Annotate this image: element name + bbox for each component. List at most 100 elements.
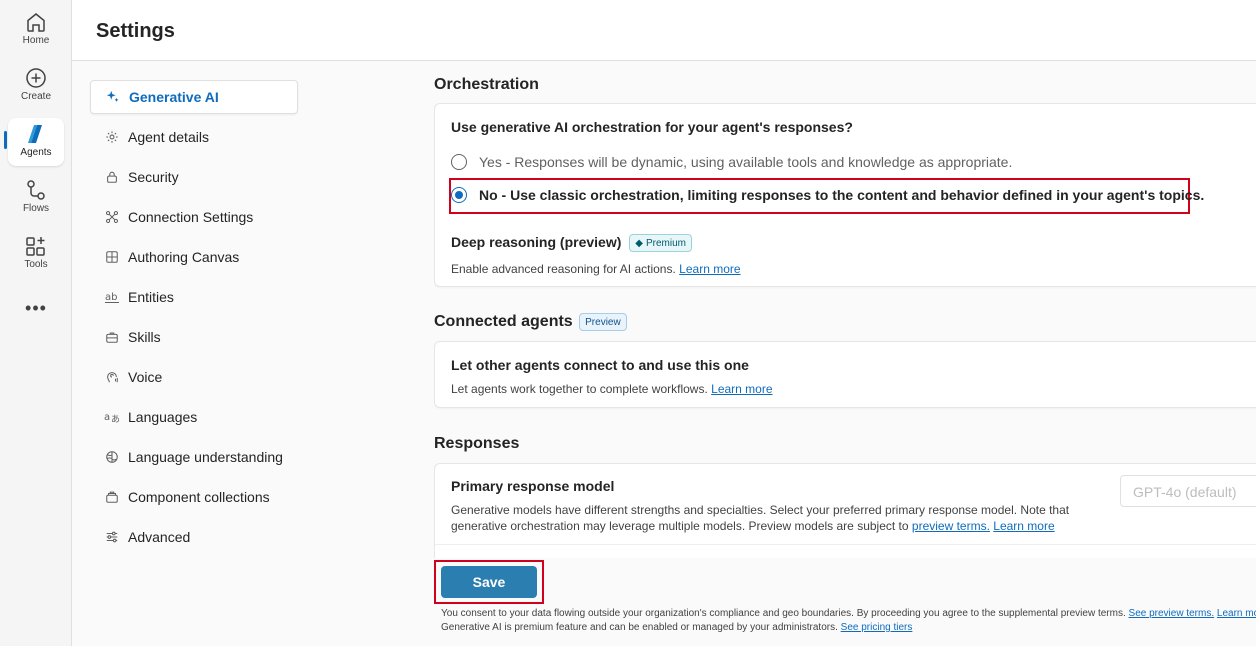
radio-yes[interactable] (451, 154, 467, 170)
connection-icon (104, 209, 120, 225)
brain-icon (104, 449, 120, 465)
rail-create-label: Create (20, 91, 51, 102)
orchestration-question: Use generative AI orchestration for your… (451, 119, 853, 135)
orchestration-card: Use generative AI orchestration for your… (434, 103, 1256, 287)
svg-text:a: a (104, 412, 110, 423)
collection-icon (104, 489, 120, 505)
connected-agents-title: Connected agents Preview (434, 313, 627, 331)
sparkle-icon (105, 89, 121, 105)
premium-badge: ◆ Premium (629, 234, 692, 253)
tools-icon (26, 237, 45, 256)
primary-model-select[interactable]: GPT-4o (default) (1120, 475, 1256, 507)
nav-label: Entities (128, 289, 174, 305)
see-preview-terms-link[interactable]: See preview terms. (1129, 608, 1215, 619)
radio-yes-label: Yes - Responses will be dynamic, using a… (479, 154, 1013, 170)
premium-text-line: Generative AI is premium feature and can… (441, 622, 838, 633)
home-icon (27, 13, 45, 32)
premium-badge-label: Premium (645, 237, 686, 249)
voice-icon (104, 369, 120, 385)
page-title: Settings (96, 20, 175, 42)
settings-content: Orchestration Use generative AI orchestr… (434, 61, 1256, 558)
nav-item-agent-details[interactable]: Agent details (90, 120, 298, 154)
page-header: Settings (72, 0, 1256, 61)
sliders-icon (104, 529, 120, 545)
nav-item-entities[interactable]: ab Entities (90, 280, 298, 314)
connected-agents-learn-more-link[interactable]: Learn more (711, 382, 772, 396)
nav-item-component-collections[interactable]: Component collections (90, 480, 298, 514)
orchestration-title: Orchestration (434, 76, 539, 93)
grid-icon (104, 249, 120, 265)
primary-model-desc: Generative models have different strengt… (451, 502, 1091, 534)
svg-text:あ: あ (111, 414, 120, 424)
nav-item-voice[interactable]: Voice (90, 360, 298, 394)
premium-text: Generative AI is premium feature and can… (441, 622, 1256, 633)
rail-home-label: Home (22, 35, 50, 46)
nav-item-language-understanding[interactable]: Language understanding (90, 440, 298, 474)
nav-label: Advanced (128, 529, 191, 545)
nav-item-security[interactable]: Security (90, 160, 298, 194)
nav-label: Language understanding (128, 449, 283, 465)
preview-terms-link[interactable]: preview terms. (912, 519, 990, 533)
radio-no[interactable] (451, 187, 467, 203)
primary-model-heading: Primary response model (451, 478, 615, 494)
connected-agents-desc: Let agents work together to complete wor… (451, 381, 773, 397)
rail-agents-label: Agents (20, 147, 52, 158)
lock-icon (104, 169, 120, 185)
orchestration-no-option[interactable]: No - Use classic orchestration, limiting… (451, 187, 1204, 203)
connected-agents-heading: Let other agents connect to and use this… (451, 357, 749, 373)
left-rail: Home Create Agents Flows Tools ••• (0, 0, 72, 646)
see-pricing-tiers-link[interactable]: See pricing tiers (841, 622, 913, 633)
svg-text:ab: ab (105, 292, 117, 303)
deep-reasoning-learn-more-link[interactable]: Learn more (679, 262, 740, 276)
nav-item-advanced[interactable]: Advanced (90, 520, 298, 554)
more-icon[interactable]: ••• (24, 297, 48, 321)
rail-agents[interactable]: Agents (8, 118, 64, 166)
radio-no-label: No - Use classic orchestration, limiting… (479, 187, 1205, 203)
connected-agents-card: Let other agents connect to and use this… (434, 341, 1256, 408)
flows-icon (27, 180, 45, 200)
rail-active-indicator (4, 131, 7, 149)
nav-item-authoring-canvas[interactable]: Authoring Canvas (90, 240, 298, 274)
save-button[interactable]: Save (441, 566, 537, 598)
nav-item-generative-ai[interactable]: Generative AI (90, 80, 298, 114)
agents-icon (28, 125, 42, 143)
gear-icon (104, 129, 120, 145)
connected-agents-desc-text: Let agents work together to complete wor… (451, 382, 708, 396)
divider (435, 544, 1256, 545)
primary-model-desc-2: generative orchestration may leverage mu… (451, 519, 909, 533)
languages-icon: aあ (104, 409, 120, 425)
rail-create[interactable]: Create (8, 62, 64, 110)
nav-item-connection-settings[interactable]: Connection Settings (90, 200, 298, 234)
rail-tools-label: Tools (24, 259, 48, 270)
deep-reasoning-heading: Deep reasoning (preview) ◆ Premium (451, 234, 692, 253)
responses-title: Responses (434, 435, 520, 452)
nav-label: Voice (128, 369, 163, 385)
rail-tools[interactable]: Tools (8, 230, 64, 278)
primary-model-learn-more-link[interactable]: Learn more (993, 519, 1054, 533)
primary-model-desc-1: Generative models have different strengt… (451, 503, 1070, 517)
nav-label: Skills (128, 329, 161, 345)
settings-nav: Generative AI Agent details Security Con… (90, 80, 298, 560)
nav-label: Security (128, 169, 179, 185)
deep-reasoning-title: Deep reasoning (preview) (451, 234, 622, 250)
entities-icon: ab (104, 289, 120, 305)
create-icon (26, 68, 46, 88)
consent-text: You consent to your data flowing outside… (441, 608, 1256, 619)
connected-agents-title-text: Connected agents (434, 313, 573, 331)
diamond-icon: ◆ (635, 237, 643, 249)
deep-reasoning-desc-text: Enable advanced reasoning for AI actions… (451, 262, 676, 276)
rail-flows[interactable]: Flows (8, 174, 64, 222)
consent-text-line: You consent to your data flowing outside… (441, 608, 1126, 619)
nav-item-skills[interactable]: Skills (90, 320, 298, 354)
nav-label: Authoring Canvas (128, 249, 240, 265)
nav-label: Generative AI (129, 89, 219, 105)
nav-label: Connection Settings (128, 209, 254, 225)
nav-label: Languages (128, 409, 198, 425)
preview-badge: Preview (579, 313, 627, 331)
footer-learn-more-link[interactable]: Learn mo (1217, 608, 1256, 619)
nav-item-languages[interactable]: aあ Languages (90, 400, 298, 434)
rail-home[interactable]: Home (8, 6, 64, 54)
deep-reasoning-desc: Enable advanced reasoning for AI actions… (451, 261, 741, 277)
nav-label: Component collections (128, 489, 270, 505)
orchestration-yes-option[interactable]: Yes - Responses will be dynamic, using a… (451, 154, 1012, 170)
